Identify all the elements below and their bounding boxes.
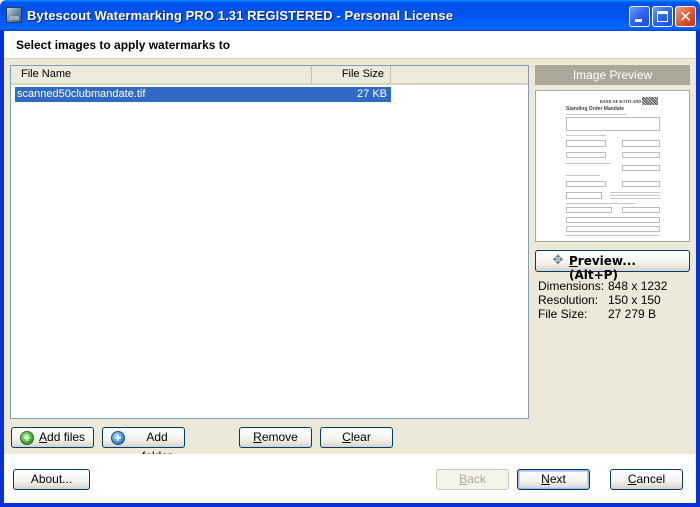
close-button[interactable]: ✕ — [675, 6, 696, 27]
file-list[interactable]: File Name File Size scanned50clubmandate… — [10, 65, 529, 419]
about-button[interactable]: About... — [13, 469, 90, 490]
info-value: 848 x 1232 — [608, 279, 668, 293]
file-name-cell: scanned50clubmandate.tif — [17, 88, 146, 100]
minimize-button[interactable] — [629, 6, 650, 27]
close-icon: ✕ — [678, 7, 693, 26]
window-title: Bytescout Watermarking PRO 1.31 REGISTER… — [27, 8, 454, 23]
list-header: File Name File Size — [11, 66, 528, 85]
clear-button[interactable]: Clear — [320, 427, 393, 448]
add-files-button[interactable]: Add files — [11, 427, 94, 448]
minimize-icon — [635, 19, 642, 22]
preview-button[interactable]: ✥ Preview... (Alt+P) — [535, 250, 690, 282]
header-band: Select images to apply watermarks to — [4, 31, 696, 59]
app-window: Bytescout Watermarking PRO 1.31 REGISTER… — [0, 0, 700, 507]
footer-band: About... Back Next Cancel — [4, 454, 696, 503]
preview-button-label: Preview... (Alt+P) — [569, 254, 636, 282]
next-button[interactable]: Next — [517, 469, 590, 490]
bank-logo-icon — [642, 97, 658, 105]
info-value: 150 x 150 — [608, 293, 661, 307]
remove-button[interactable]: Remove — [239, 427, 312, 448]
add-folder-button[interactable]: Add folder — [102, 427, 185, 463]
client-area: Select images to apply watermarks to Fil… — [4, 31, 696, 503]
maximize-button[interactable] — [652, 6, 673, 27]
image-preview-thumbnail: BANK OF SCOTLAND Standing Order Mandate — [535, 90, 690, 242]
list-row[interactable]: scanned50clubmandate.tif 27 KB — [15, 87, 391, 102]
file-size-cell: 27 KB — [357, 88, 387, 100]
column-header-file-name[interactable]: File Name — [11, 66, 311, 83]
column-header-file-size[interactable]: File Size — [311, 66, 391, 83]
maximize-icon — [657, 11, 668, 22]
add-blue-icon — [111, 430, 125, 446]
info-key: Resolution: — [538, 293, 599, 307]
image-preview-title: Image Preview — [535, 65, 690, 85]
app-icon[interactable] — [6, 7, 22, 23]
info-key: Dimensions: — [538, 279, 605, 293]
title-bar[interactable]: Bytescout Watermarking PRO 1.31 REGISTER… — [0, 0, 700, 31]
cancel-button[interactable]: Cancel — [610, 469, 683, 490]
thumbnail-doc-title: Standing Order Mandate — [566, 106, 625, 112]
move-arrows-icon: ✥ — [552, 253, 564, 268]
back-button[interactable]: Back — [436, 469, 509, 490]
thumbnail-bank-name: BANK OF SCOTLAND — [600, 99, 642, 104]
add-green-icon — [20, 430, 34, 446]
page-instruction: Select images to apply watermarks to — [16, 38, 231, 52]
info-key: File Size: — [538, 307, 588, 321]
info-value: 27 279 B — [608, 307, 657, 321]
document-thumbnail: BANK OF SCOTLAND Standing Order Mandate — [562, 95, 665, 237]
